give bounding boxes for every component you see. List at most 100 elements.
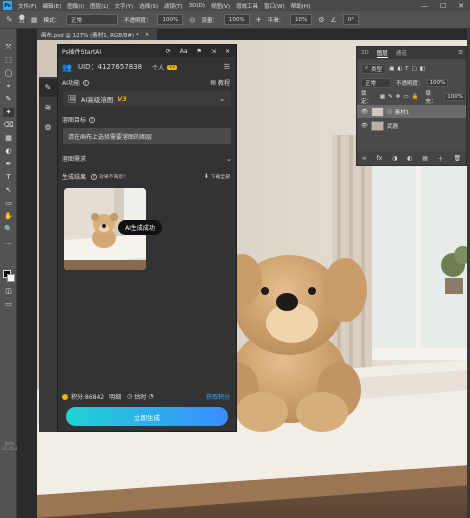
menu-edit[interactable]: 编辑(E) (42, 2, 61, 10)
shape-tool-icon[interactable]: ▭ (3, 199, 14, 208)
layer-style-icon[interactable]: fx (377, 155, 383, 162)
menu-help[interactable]: 帮助(H) (291, 2, 310, 10)
flow-field[interactable]: 100% (223, 14, 250, 25)
mode-value: 正常 (70, 17, 82, 24)
menu-select[interactable]: 选择(S) (139, 2, 158, 10)
quick-select-tool-icon[interactable]: ⌖ (3, 82, 14, 91)
gradient-tool-icon[interactable]: ▦ (3, 134, 14, 143)
menu-layer[interactable]: 图层(L) (90, 2, 108, 10)
menu-image[interactable]: 图像(I) (67, 2, 84, 10)
menu-3d[interactable]: 3D(D) (189, 3, 205, 9)
lock-move-icon[interactable]: ✥ (396, 94, 401, 100)
refresh-icon[interactable]: ⟳ (166, 48, 171, 55)
new-group-icon[interactable]: ▤ (422, 155, 428, 162)
info-icon[interactable]: i (82, 79, 89, 86)
background-color-swatch[interactable] (7, 274, 15, 282)
filter-smart-icon[interactable]: ◧ (420, 66, 425, 72)
brush-tool-icon[interactable]: ✦ (3, 108, 14, 117)
requirements-header[interactable]: 溶图需求 ⌄ (62, 154, 234, 164)
brush-tool-icon[interactable]: ✎ (6, 15, 13, 24)
add-mask-icon[interactable]: ◑ (392, 155, 397, 162)
info-icon[interactable]: i (89, 116, 96, 123)
adjustment-layer-icon[interactable]: ◐ (407, 155, 412, 162)
crop-tool-icon[interactable]: ✎ (3, 95, 14, 104)
menu-type[interactable]: 文字(Y) (115, 2, 134, 10)
smoothing-field[interactable]: 10% (289, 14, 313, 25)
unsatisfied-link[interactable]: 效果不满意？ (99, 173, 128, 180)
details-link[interactable]: 明细 (109, 392, 121, 401)
filter-type-icon[interactable]: T (405, 66, 408, 72)
quick-mask-icon[interactable]: ◫ (3, 287, 14, 296)
font-size-icon[interactable]: Aa (180, 48, 188, 55)
new-layer-icon[interactable]: ＋ (438, 154, 444, 163)
maximize-button[interactable]: ☐ (440, 2, 446, 10)
more-tools-icon[interactable]: … (3, 238, 14, 247)
lasso-tool-icon[interactable]: ◯ (3, 69, 14, 78)
filter-shape-icon[interactable]: ▢ (412, 66, 417, 72)
visibility-eye-icon[interactable]: 👁 (361, 109, 368, 115)
close-plugin-icon[interactable]: ✕ (225, 48, 230, 55)
gear-icon[interactable]: ⚙ (43, 123, 53, 133)
layer-row[interactable]: 👁 武器 (357, 119, 466, 132)
layer-opacity-value[interactable]: 100% (426, 78, 449, 87)
move-tool-icon[interactable]: ⤧ (3, 43, 14, 52)
lock-all-icon[interactable]: 🔒 (412, 94, 419, 100)
path-select-tool-icon[interactable]: ↖ (3, 186, 14, 195)
tutorial-link[interactable]: ▤ 教程 (210, 78, 230, 87)
help-icon[interactable]: ? (91, 173, 98, 180)
eraser-tool-icon[interactable]: ⌫ (3, 121, 14, 130)
smoothing-options-icon[interactable]: ⚙ (318, 16, 324, 24)
tab-3d[interactable]: 3D (361, 50, 369, 56)
lock-row: 锁定： ▦ ✎ ✥ ▭ 🔒 填充： 100% (357, 90, 466, 105)
visibility-eye-icon[interactable]: 👁 (361, 123, 368, 129)
marquee-tool-icon[interactable]: ⬚ (3, 56, 14, 65)
menu-file[interactable]: 文件(F) (18, 2, 36, 10)
mode-dropdown[interactable]: 正常 (65, 14, 118, 25)
close-window-button[interactable]: ✕ (458, 2, 464, 10)
close-document-icon[interactable]: × (145, 32, 150, 38)
generate-button[interactable]: 立即生成 (66, 407, 228, 426)
filter-pixel-icon[interactable]: ▣ (389, 66, 394, 72)
layers-icon[interactable]: ≋ (43, 103, 53, 113)
toggle-brush-panel-icon[interactable]: ▦ (31, 16, 38, 24)
angle-field[interactable]: 0° (342, 14, 359, 25)
lock-pixels-icon[interactable]: ▦ (380, 94, 385, 100)
airbrush-icon[interactable]: ✈ (256, 16, 262, 24)
minimize-button[interactable]: — (421, 2, 428, 10)
panel-menu-icon[interactable]: ☰ (458, 50, 466, 56)
layer-row[interactable]: 👁 ◫ 素材1 (357, 105, 466, 118)
target-field[interactable]: 请在画布上选择需要溶图的图层 (63, 128, 231, 144)
ai-function-select[interactable]: 🖼 AI高级溶图 V3 ⌄ (63, 91, 231, 107)
get-points-link[interactable]: 获取积分 (206, 392, 230, 401)
lock-artboard-icon[interactable]: ▭ (403, 94, 408, 100)
expand-icon[interactable]: ⇲ (211, 48, 216, 55)
zoom-tool-icon[interactable]: 🔍 (3, 225, 14, 234)
pin-icon[interactable]: ⚑ (197, 48, 202, 55)
pen-tool-icon[interactable]: ✒ (3, 160, 14, 169)
blend-mode-dropdown[interactable]: 正常 (361, 77, 391, 88)
screen-mode-icon[interactable]: ▭ (3, 300, 14, 309)
delete-layer-icon[interactable]: 🗑 (453, 155, 461, 162)
dodge-tool-icon[interactable]: ◐ (3, 147, 14, 156)
brush-preset-picker[interactable]: ● 31 (19, 13, 25, 25)
menu-filter[interactable]: 滤镜(T) (164, 2, 183, 10)
document-tab[interactable]: 画布.psd @ 127% (素材1, RGB/8#) * × (37, 29, 157, 40)
pressure-opacity-icon[interactable]: ◎ (189, 16, 195, 24)
download-all-button[interactable]: ⬇ 下载全部 (204, 173, 230, 180)
tab-layers[interactable]: 图层 (376, 49, 388, 58)
fill-value[interactable]: 100% (444, 92, 466, 101)
tab-channels[interactable]: 通道 (396, 49, 407, 57)
brush-icon[interactable]: ✎ (43, 83, 53, 93)
hand-tool-icon[interactable]: ✋ (3, 212, 14, 221)
menu-view[interactable]: 视图(V) (211, 2, 230, 10)
startai-plugin-panel: Ps插件StartAI ⟳ Aa ⚑ ⇲ ✕ 👥 UID：4127657838 … (57, 44, 237, 432)
menu-plugins[interactable]: 增效工具 (236, 2, 258, 10)
filter-adjust-icon[interactable]: ◐ (397, 66, 402, 72)
opacity-field[interactable]: 100% (157, 14, 184, 25)
lock-paint-icon[interactable]: ✎ (388, 94, 393, 100)
link-layers-icon[interactable]: ∞ (362, 155, 367, 162)
menu-window[interactable]: 窗口(W) (264, 2, 285, 10)
type-tool-icon[interactable]: T (3, 173, 14, 182)
kind-filter[interactable]: ⌕ 类型 (361, 63, 387, 74)
account-menu-icon[interactable]: ☰ (224, 63, 230, 71)
